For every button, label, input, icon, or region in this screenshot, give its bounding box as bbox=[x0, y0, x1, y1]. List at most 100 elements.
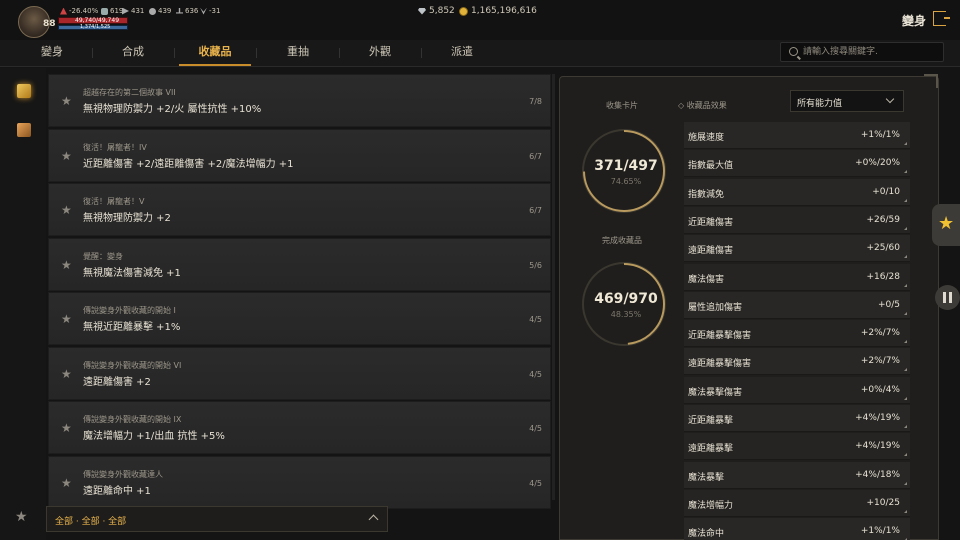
chevron-up-icon bbox=[368, 514, 379, 525]
cards-count: 371/497 bbox=[584, 158, 668, 174]
gold-coin-icon bbox=[459, 6, 468, 16]
exit-icon[interactable] bbox=[933, 11, 950, 26]
effects-label-text: 收藏品效果 bbox=[686, 101, 727, 110]
stat-row: 近距離暴擊 +4%/19% bbox=[684, 405, 910, 432]
corner-mark-icon bbox=[904, 425, 907, 428]
stat-row: 指數最大值 +0%/20% bbox=[684, 150, 910, 178]
collection-effect: 近距離傷害 +2/遠距離傷害 +2/魔法增幅力 +1 bbox=[83, 159, 294, 170]
corner-mark-icon bbox=[904, 142, 907, 145]
star-icon[interactable]: ★ bbox=[61, 421, 72, 435]
page-title: 變身 bbox=[901, 14, 926, 28]
cards-label: 收集卡片 bbox=[606, 101, 638, 110]
stat-wing: -31 bbox=[200, 7, 220, 15]
tab-synthesis[interactable]: 合成 bbox=[93, 40, 173, 67]
star-icon[interactable]: ★ bbox=[61, 258, 72, 272]
wing-icon bbox=[200, 7, 207, 15]
complete-total: /970 bbox=[623, 291, 658, 307]
stat-name: 魔法命中 bbox=[688, 529, 725, 540]
stat-name: 魔法增幅力 bbox=[688, 500, 734, 511]
collection-progress: 4/5 bbox=[529, 315, 542, 324]
tab-reroll[interactable]: 重抽 bbox=[258, 40, 338, 67]
book-icon-active[interactable] bbox=[17, 84, 31, 98]
list-item[interactable]: ★ 傳說變身外觀收藏的開始 I 無視近距離暴擊 +1% 4/5 bbox=[48, 292, 551, 345]
star-icon[interactable]: ★ bbox=[61, 203, 72, 217]
collection-title: 復活！屠龍者！IV bbox=[83, 143, 147, 152]
favorite-button[interactable]: ★ bbox=[932, 204, 960, 246]
collection-progress: 7/8 bbox=[529, 97, 542, 106]
stat-name: 遠距離傷害 bbox=[688, 246, 734, 257]
panel-corner-ornament bbox=[924, 74, 938, 88]
tab-appearance[interactable]: 外觀 bbox=[340, 40, 420, 67]
tab-dispatch[interactable]: 派遣 bbox=[422, 40, 502, 67]
star-icon[interactable]: ★ bbox=[61, 149, 72, 163]
stat-value: +16/28 bbox=[866, 271, 900, 282]
list-item[interactable]: ★ 傳說變身外觀收藏達人 遠距離命中 +1 4/5 bbox=[48, 456, 551, 509]
cards-progress-ring: 371/497 74.65% bbox=[582, 129, 666, 213]
stat-name: 近距離傷害 bbox=[688, 217, 734, 228]
tab-collection[interactable]: 收藏品 bbox=[175, 40, 255, 67]
list-item[interactable]: ★ 傳說變身外觀收藏的開始 IX 魔法增幅力 +1/出血 抗性 +5% 4/5 bbox=[48, 401, 551, 454]
collection-progress: 6/7 bbox=[529, 206, 542, 215]
diamond-amount: 5,852 bbox=[429, 6, 455, 16]
stat-name: 魔法傷害 bbox=[688, 274, 725, 285]
collection-title: 傳說變身外觀收藏的開始 I bbox=[83, 306, 176, 315]
dropdown-selected: 所有能力值 bbox=[797, 99, 843, 109]
tab-transform[interactable]: 變身 bbox=[12, 40, 92, 67]
ability-filter-dropdown[interactable]: 所有能力值 bbox=[790, 90, 904, 112]
complete-label: 完成收藏品 bbox=[602, 236, 642, 245]
complete-value: 469 bbox=[594, 291, 624, 307]
effects-label: ◇ 收藏品效果 bbox=[678, 101, 727, 110]
favorite-filter-star-icon[interactable]: ★ bbox=[15, 509, 28, 525]
player-level: 88 bbox=[43, 19, 56, 29]
stat-value: +0/5 bbox=[877, 299, 900, 310]
pause-button[interactable] bbox=[935, 285, 960, 310]
search-icon[interactable] bbox=[789, 47, 798, 56]
list-item[interactable]: ★ 覺醒：變身 無視魔法傷害減免 +1 5/6 bbox=[48, 238, 551, 291]
list-scrollbar[interactable] bbox=[552, 74, 555, 500]
hp-text: 49,740/49,749 bbox=[75, 17, 120, 24]
book-icon[interactable] bbox=[17, 123, 31, 137]
stat-weight: 439 bbox=[149, 7, 171, 15]
stat-value: +4%/19% bbox=[855, 441, 900, 452]
stat-attack: -26.40% bbox=[60, 7, 98, 15]
stat-name: 施展速度 bbox=[688, 133, 725, 143]
top-status-bar: 88 49,740/49,749 1,374/1,525 -26.40% 619… bbox=[0, 0, 960, 40]
stat-row: 魔法暴擊 +4%/18% bbox=[684, 461, 910, 489]
filter-dropdown[interactable]: 全部 · 全部 · 全部 bbox=[46, 506, 388, 532]
star-icon[interactable]: ★ bbox=[61, 476, 72, 490]
stat-name: 近距離暴擊 bbox=[688, 416, 734, 426]
star-icon[interactable]: ★ bbox=[61, 367, 72, 381]
stat-value: +2%/7% bbox=[860, 328, 900, 339]
collection-progress: 6/7 bbox=[529, 152, 542, 161]
collection-effect: 無視物理防禦力 +2 bbox=[83, 213, 171, 224]
star-icon[interactable]: ★ bbox=[61, 312, 72, 326]
list-item[interactable]: ★ 傳說變身外觀收藏的開始 VI 遠距離傷害 +2 4/5 bbox=[48, 347, 551, 400]
stat-name: 指數最大值 bbox=[688, 161, 734, 172]
search-box[interactable] bbox=[780, 42, 944, 62]
effect-stats-list[interactable]: 施展速度 +1%/1% 指數最大值 +0%/20% 指數減免 +0/10 近距離傷害 +26/… bbox=[684, 122, 910, 540]
list-item[interactable]: ★ 復活！屠龍者！V 無視物理防禦力 +2 6/7 bbox=[48, 183, 551, 236]
search-input[interactable] bbox=[803, 43, 941, 61]
stat-value: +2%/7% bbox=[860, 356, 900, 367]
list-item[interactable]: ★ 超越存在的第二個故事 VII 無視物理防禦力 +2/火 屬性抗性 +10% … bbox=[48, 74, 551, 127]
corner-mark-icon bbox=[904, 198, 907, 202]
complete-count: 469/970 bbox=[584, 291, 668, 307]
stat-defense: 619 bbox=[101, 7, 123, 15]
stat-value: +0%/20% bbox=[855, 158, 900, 169]
stat-row: 魔法暴擊傷害 +0%/4% bbox=[684, 376, 910, 404]
collection-title: 超越存在的第二個故事 VII bbox=[83, 88, 176, 97]
stat-attack-value: -26.40% bbox=[69, 7, 99, 15]
stat-value: +0%/4% bbox=[860, 384, 900, 395]
list-item[interactable]: ★ 復活！屠龍者！IV 近距離傷害 +2/遠距離傷害 +2/魔法增幅力 +1 6… bbox=[48, 129, 551, 182]
collection-progress: 5/6 bbox=[529, 261, 542, 270]
cards-value: 371 bbox=[594, 158, 624, 174]
stat-row: 施展速度 +1%/1% bbox=[684, 122, 910, 149]
gold-amount: 1,165,196,616 bbox=[471, 6, 537, 16]
stat-row: 屬性追加傷害 +0/5 bbox=[684, 291, 910, 319]
corner-mark-icon bbox=[904, 311, 907, 315]
corner-mark-icon bbox=[904, 368, 907, 372]
weight-icon bbox=[149, 7, 156, 15]
collection-title: 傳說變身外觀收藏的開始 IX bbox=[83, 415, 182, 424]
star-icon[interactable]: ★ bbox=[61, 94, 72, 108]
cards-percent: 74.65% bbox=[610, 177, 642, 186]
